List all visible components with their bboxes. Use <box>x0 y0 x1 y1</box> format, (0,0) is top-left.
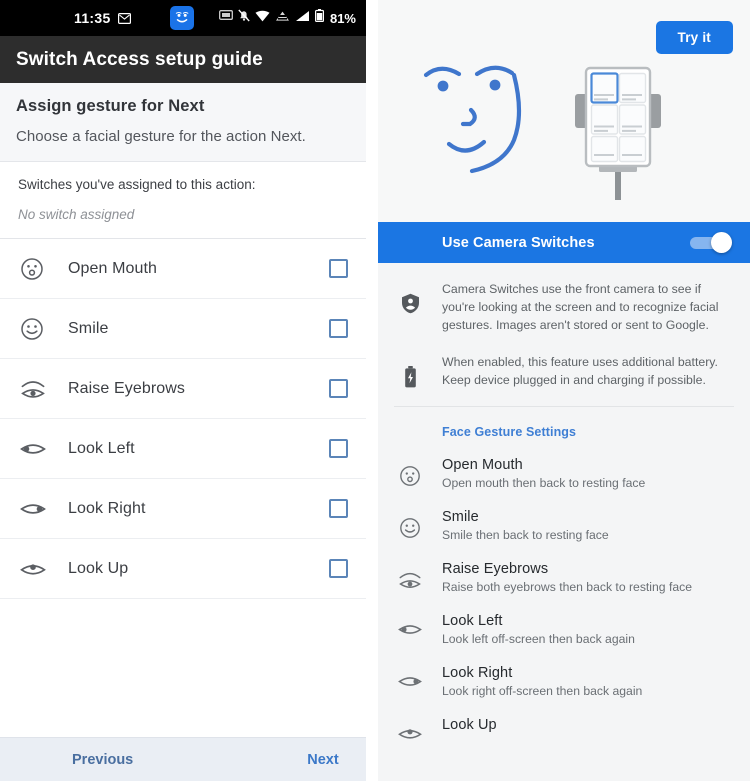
camera-switches-info-block: Camera Switches use the front camera to … <box>378 263 750 412</box>
fgs-title: Smile <box>442 509 479 526</box>
assigned-switches-card: Switches you've assigned to this action:… <box>0 162 366 239</box>
gesture-row-raise-eyebrows[interactable]: Raise Eyebrows <box>0 359 366 419</box>
look-right-eye-icon <box>378 665 442 698</box>
info-row-battery: When enabled, this feature uses addition… <box>378 344 750 400</box>
gesture-checkbox[interactable] <box>329 319 348 338</box>
privacy-shield-icon <box>378 281 442 334</box>
face-illustration-icon <box>416 52 540 183</box>
open-mouth-face-icon <box>20 257 54 281</box>
assigned-switches-value: No switch assigned <box>18 207 135 222</box>
fgs-title: Raise Eyebrows <box>442 561 549 578</box>
battery-charging-icon <box>378 354 442 390</box>
section-divider <box>394 406 734 408</box>
fgs-body: Look Right Look right off-screen then ba… <box>442 665 732 698</box>
gesture-label: Raise Eyebrows <box>68 379 186 397</box>
wifi-icon <box>255 9 270 27</box>
fgs-title: Open Mouth <box>442 457 523 474</box>
open-mouth-face-icon <box>378 457 442 490</box>
fgs-desc: Open mouth then back to resting face <box>442 476 646 491</box>
use-camera-switches-label: Use Camera Switches <box>442 234 595 251</box>
face-gesture-settings-header: Face Gesture Settings <box>442 425 577 440</box>
fgs-row-look-up[interactable]: Look Up <box>378 709 750 753</box>
signal-icon <box>295 9 310 27</box>
assign-gesture-section: Assign gesture for Next Choose a facial … <box>0 83 366 162</box>
fgs-desc: Smile then back to resting face <box>442 528 609 543</box>
assigned-switches-label: Switches you've assigned to this action: <box>18 177 256 192</box>
panel-divider <box>366 0 378 781</box>
smile-face-icon <box>378 509 442 542</box>
status-bar: 11:35 81% <box>0 0 366 36</box>
status-bar-icons: 81% <box>219 9 356 27</box>
fgs-row-smile[interactable]: Smile Smile then back to resting face <box>378 501 750 553</box>
raise-eyebrows-icon <box>378 561 442 594</box>
look-up-eye-icon <box>20 560 54 578</box>
face-gesture-settings-list: Open Mouth Open mouth then back to resti… <box>378 449 750 754</box>
gesture-row-look-left[interactable]: Look Left <box>0 419 366 479</box>
fgs-body: Look Left Look left off-screen then back… <box>442 613 732 646</box>
gesture-row-smile[interactable]: Smile <box>0 299 366 359</box>
use-camera-switches-row[interactable]: Use Camera Switches <box>378 222 750 263</box>
gesture-checkbox[interactable] <box>329 559 348 578</box>
right-phone-screen: Try it Use Camera Switches Camera Switch… <box>378 0 750 781</box>
dual-screenshot-composite: 11:35 81% Switch Access setup guide Assi… <box>0 0 750 781</box>
toggle-knob <box>711 232 732 253</box>
use-camera-switches-toggle[interactable] <box>690 232 732 253</box>
fgs-body: Raise Eyebrows Raise both eyebrows then … <box>442 561 732 594</box>
status-bar-clock: 11:35 <box>74 10 111 26</box>
smile-face-icon <box>20 317 54 341</box>
next-button[interactable]: Next <box>307 752 338 768</box>
gesture-option-list: Open Mouth Smile Raise Eyebrows Look Lef… <box>0 239 366 599</box>
gesture-checkbox[interactable] <box>329 259 348 278</box>
vpn-icon <box>275 9 290 27</box>
left-phone-screen: 11:35 81% Switch Access setup guide Assi… <box>0 0 366 781</box>
fgs-row-raise-eyebrows[interactable]: Raise Eyebrows Raise both eyebrows then … <box>378 553 750 605</box>
fgs-desc: Look right off-screen then back again <box>442 684 643 699</box>
message-icon <box>117 12 131 24</box>
gesture-row-look-up[interactable]: Look Up <box>0 539 366 599</box>
fgs-row-look-right[interactable]: Look Right Look right off-screen then ba… <box>378 657 750 709</box>
fgs-row-open-mouth[interactable]: Open Mouth Open mouth then back to resti… <box>378 449 750 501</box>
info-row-privacy: Camera Switches use the front camera to … <box>378 271 750 344</box>
info-text-battery: When enabled, this feature uses addition… <box>442 355 718 388</box>
fgs-row-look-left[interactable]: Look Left Look left off-screen then back… <box>378 605 750 657</box>
fgs-title: Look Left <box>442 613 503 630</box>
assign-subheading: Choose a facial gesture for the action N… <box>16 128 306 145</box>
fgs-body: Open Mouth Open mouth then back to resti… <box>442 457 732 490</box>
battery-percent-label: 81% <box>329 10 356 26</box>
gesture-checkbox[interactable] <box>329 379 348 398</box>
fgs-title: Look Right <box>442 665 513 682</box>
info-text-privacy: Camera Switches use the front camera to … <box>442 282 719 332</box>
gesture-row-open-mouth[interactable]: Open Mouth <box>0 239 366 299</box>
battery-icon <box>314 9 324 27</box>
gesture-row-look-right[interactable]: Look Right <box>0 479 366 539</box>
fgs-body: Look Up <box>442 717 732 742</box>
face-badge-icon <box>169 6 194 30</box>
page-title: Switch Access setup guide <box>16 48 263 70</box>
gesture-checkbox[interactable] <box>329 439 348 458</box>
app-title-bar: Switch Access setup guide <box>0 36 366 83</box>
gesture-checkbox[interactable] <box>329 499 348 518</box>
fgs-title: Look Up <box>442 717 497 734</box>
look-left-eye-icon <box>20 440 54 458</box>
assign-heading: Assign gesture for Next <box>16 97 205 115</box>
device-illustration-icon <box>566 50 670 205</box>
fgs-desc: Raise both eyebrows then back to resting… <box>442 580 692 595</box>
gesture-label: Smile <box>68 319 109 337</box>
look-right-eye-icon <box>20 500 54 518</box>
camera-switches-hero: Try it <box>378 0 750 222</box>
bell-off-icon <box>238 9 250 27</box>
previous-button[interactable]: Previous <box>72 752 133 768</box>
setup-guide-nav-bar: Previous Next <box>0 737 366 781</box>
fgs-desc: Look left off-screen then back again <box>442 632 635 647</box>
look-up-eye-icon <box>378 717 442 742</box>
look-left-eye-icon <box>378 613 442 646</box>
gesture-label: Look Right <box>68 499 146 517</box>
gesture-label: Look Up <box>68 559 129 577</box>
gesture-label: Open Mouth <box>68 259 158 277</box>
screenshot-icon <box>219 9 233 27</box>
fgs-body: Smile Smile then back to resting face <box>442 509 732 542</box>
raise-eyebrows-icon <box>20 377 54 401</box>
gesture-label: Look Left <box>68 439 135 457</box>
